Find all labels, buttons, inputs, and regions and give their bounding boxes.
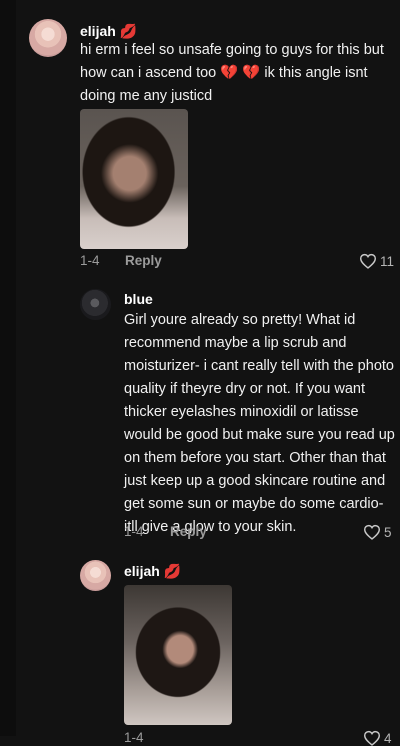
- comment-username[interactable]: elijah 💋: [80, 23, 137, 40]
- comment-date: 1-4: [124, 730, 144, 745]
- heart-icon: [363, 524, 381, 540]
- comment-photo[interactable]: [80, 109, 188, 249]
- comment-text: hi erm i feel so unsafe going to guys fo…: [80, 42, 384, 104]
- avatar[interactable]: [80, 560, 111, 591]
- like-count: 11: [380, 253, 395, 269]
- comment-date: 1-4: [80, 253, 100, 268]
- heart-icon: [363, 730, 381, 746]
- avatar[interactable]: [29, 19, 67, 57]
- comment-date: 1-4: [124, 524, 144, 539]
- reply-comment-elijah: elijah 💋 1-4 4: [0, 550, 400, 746]
- comment-elijah-1: elijah 💋 hi erm i feel so unsafe going t…: [0, 0, 400, 280]
- comment-username[interactable]: elijah 💋: [124, 563, 181, 580]
- comment-text: Girl youre already so pretty! What id re…: [124, 312, 395, 535]
- avatar[interactable]: [80, 289, 111, 320]
- reply-button[interactable]: Reply: [170, 524, 207, 539]
- reply-button[interactable]: Reply: [125, 253, 162, 268]
- reply-comment-blue: blue Girl youre already so pretty! What …: [0, 280, 400, 550]
- heart-icon: [359, 253, 377, 269]
- like-count: 5: [384, 524, 392, 540]
- like-count: 4: [384, 730, 392, 746]
- comment-username[interactable]: blue: [124, 291, 153, 307]
- comment-photo[interactable]: [124, 585, 232, 725]
- like-button[interactable]: 5: [363, 524, 392, 540]
- like-button[interactable]: 11: [359, 253, 394, 269]
- like-button[interactable]: 4: [363, 730, 392, 746]
